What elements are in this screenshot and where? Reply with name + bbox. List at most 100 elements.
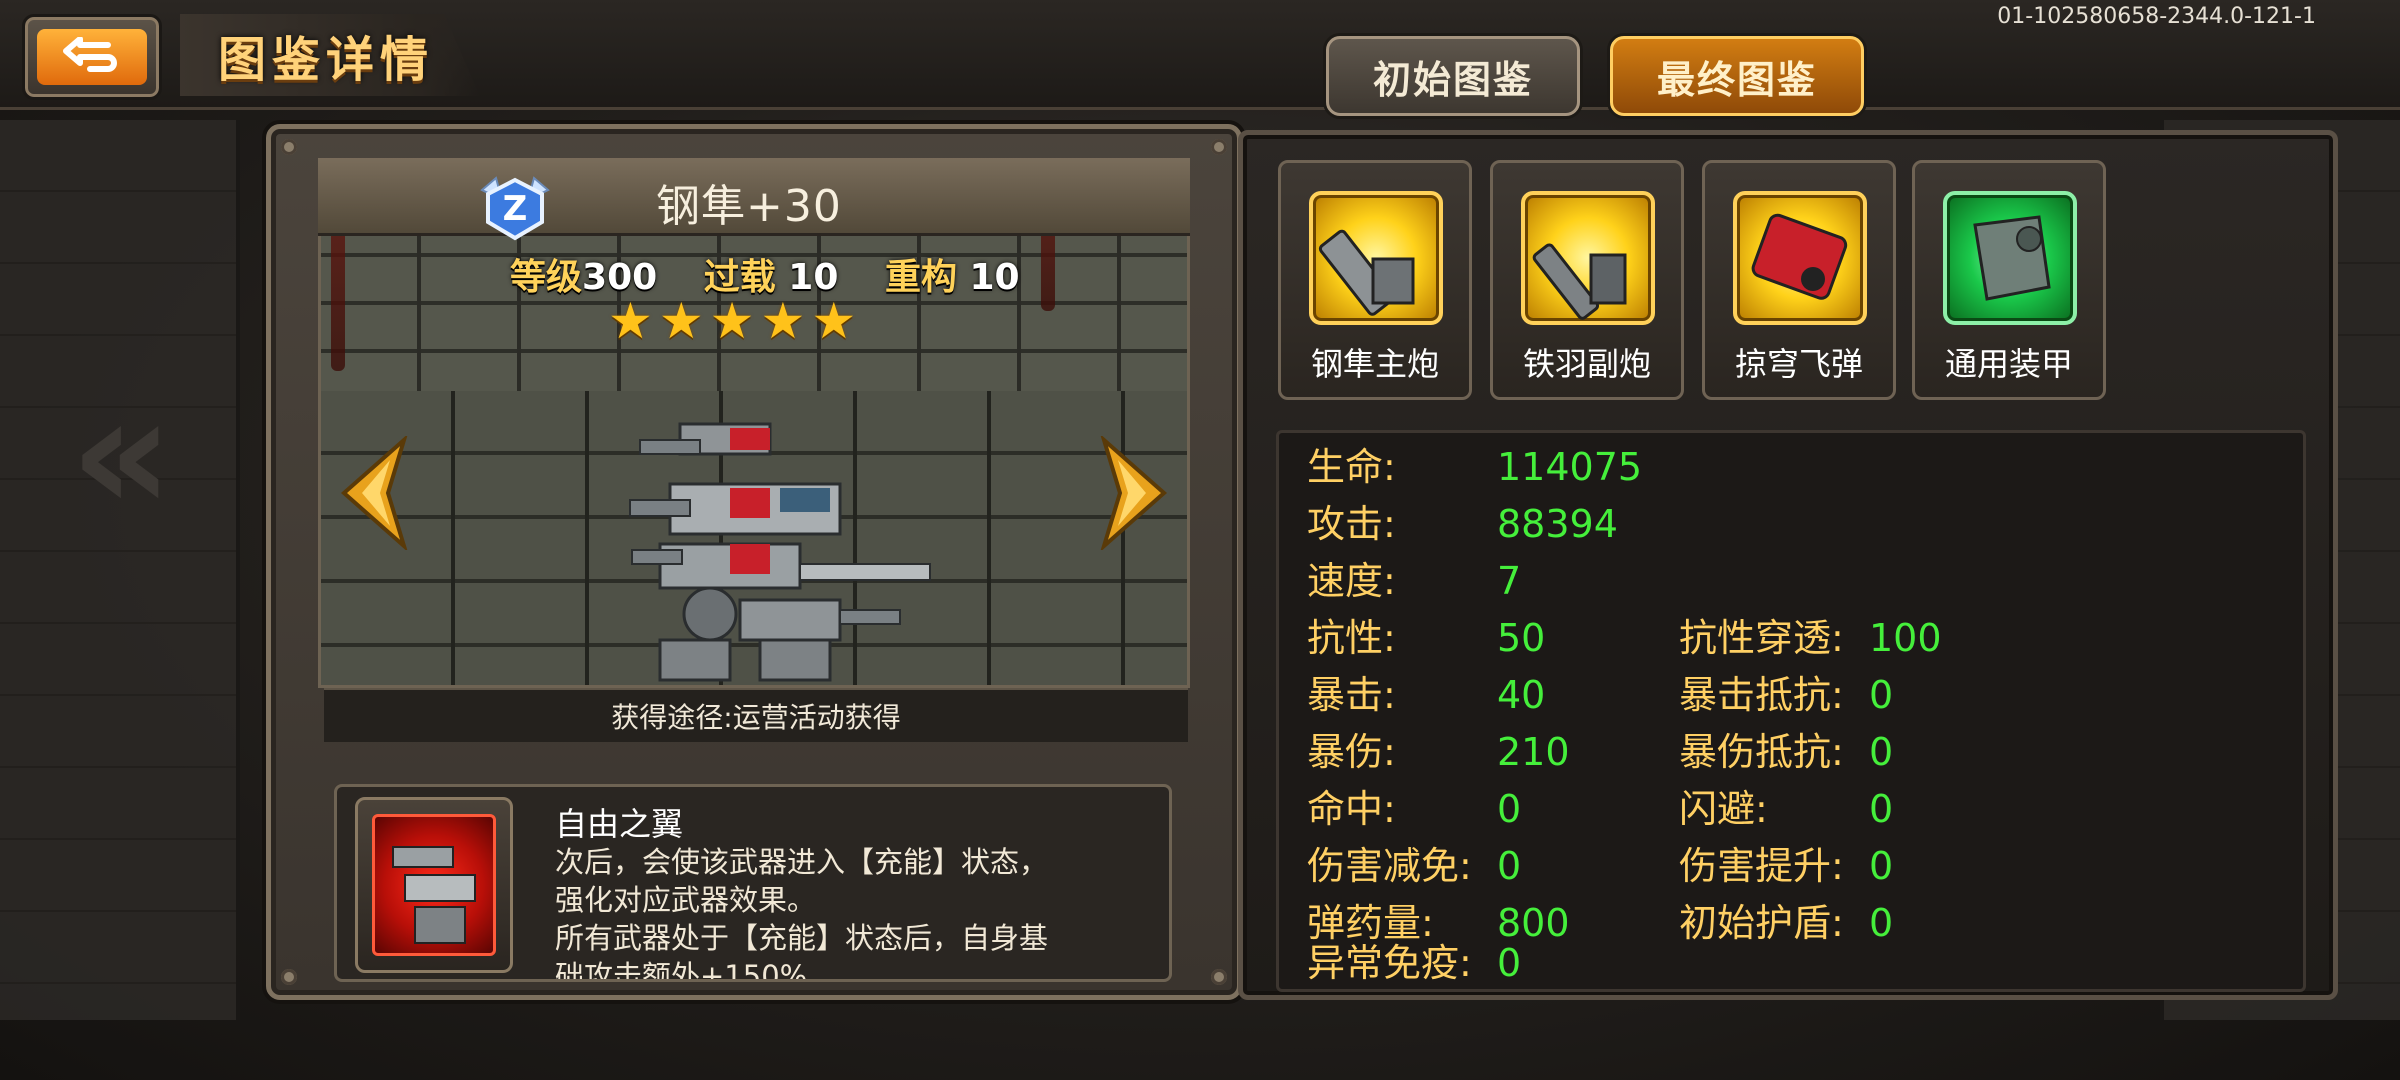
stat-value: 40 [1497,673,1546,717]
stat-label: 攻击: [1307,502,1396,546]
rank-badge-letter: Z [503,189,528,229]
background-chevron-left-icon: « [70,360,174,547]
panel-bolt [281,139,297,155]
skill-name: 自由之翼 [555,805,684,843]
star-icon: ★ [658,292,704,350]
stat-status-immunity: 异常免疫: 0 [1307,941,1521,985]
stat-damage-boost: 伤害提升: 0 [1679,844,1893,888]
stat-value: 0 [1869,844,1894,888]
back-button-face [37,29,147,85]
equipment-slot-missile[interactable]: 掠穹飞弹 [1702,160,1896,400]
rank-badge-icon: Z [480,176,550,241]
stat-value: 0 [1869,787,1894,831]
panel-bolt [281,969,297,985]
equipment-label: 通用装甲 [1944,345,2073,383]
stat-accuracy: 命中: 0 [1307,787,1521,831]
skill-panel: 自由之翼 次后，会使该武器进入【充能】状态， 强化对应武器效果。 所有武器处于【… [334,784,1172,982]
stat-value: 50 [1497,616,1546,660]
skill-mech-graphic [392,846,476,944]
stat-label: 生命: [1307,445,1396,489]
stat-label: 初始护盾: [1679,901,1844,945]
tab-final-codex[interactable]: 最终图鉴 [1610,36,1864,116]
star-icon: ★ [760,292,806,350]
rebuild-value: 10 [969,257,1020,298]
previous-mech-arrow-icon[interactable] [334,436,414,550]
stat-value: 88394 [1497,502,1618,546]
version-text: 01-102580658-2344.0-121-1 [1997,4,2316,29]
gatling-gun-icon [1521,191,1655,325]
next-mech-arrow-icon[interactable] [1094,436,1174,550]
stat-crit: 暴击: 40 [1307,673,1545,717]
mech-name: 钢隼+30 [656,181,842,232]
stat-resistance: 抗性: 50 [1307,616,1545,660]
stat-value: 7 [1497,559,1522,603]
back-button[interactable] [22,14,162,100]
stat-value: 0 [1869,730,1894,774]
mech-figure [629,422,931,682]
skill-description-line: 所有武器处于【充能】状态后，自身基 [555,921,1049,955]
missile-graphic [1751,213,1848,300]
stat-initial-shield: 初始护盾: 0 [1679,901,1893,945]
stat-value: 0 [1497,941,1522,985]
stat-crit-damage: 暴伤: 210 [1307,730,1570,774]
stat-ammo: 弹药量: 800 [1307,901,1570,945]
star-icon: ★ [709,292,755,350]
skill-mech-icon [372,814,496,956]
acquisition-source: 获得途径:运营活动获得 [324,688,1188,742]
equipment-label: 掠穹飞弹 [1734,345,1863,383]
stat-label: 抗性穿透: [1679,616,1844,660]
tab-initial-codex[interactable]: 初始图鉴 [1326,36,1580,116]
stat-label: 伤害减免: [1307,844,1472,888]
equipment-slot-secondary-cannon[interactable]: 铁羽副炮 [1490,160,1684,400]
stat-value: 114075 [1497,445,1643,489]
level-label: 等级 [510,257,583,298]
stat-value: 0 [1869,673,1894,717]
equipment-label: 钢隼主炮 [1310,345,1439,383]
background-wall-left [0,120,240,1020]
stat-label: 闪避: [1679,787,1768,831]
rebuild-label: 重构 [884,257,957,298]
stat-value: 210 [1497,730,1570,774]
stat-label: 弹药量: [1307,901,1434,945]
stat-crit-resist: 暴击抵抗: 0 [1679,673,1893,717]
skill-description-line: 强化对应武器效果。 [555,883,817,917]
stat-value: 800 [1497,901,1570,945]
main-cannon-icon [1309,191,1443,325]
stat-value: 100 [1869,616,1942,660]
back-arrow-icon [63,37,117,72]
stat-dodge: 闪避: 0 [1679,787,1893,831]
stat-crit-damage-resist: 暴伤抵抗: 0 [1679,730,1893,774]
stat-value: 0 [1497,844,1522,888]
stat-label: 暴伤: [1307,730,1396,774]
armor-graphic [1973,215,2051,301]
stat-label: 速度: [1307,559,1396,603]
panel-bolt [1211,139,1227,155]
page-title: 图鉴详情 [218,32,435,88]
missile-pod-icon [1733,191,1867,325]
stat-hp: 生命: 114075 [1307,445,1642,489]
equipment-label: 铁羽副炮 [1522,345,1651,383]
stat-label: 伤害提升: [1679,844,1844,888]
stat-resistance-penetration: 抗性穿透: 100 [1679,616,1942,660]
skill-description-line: 次后，会使该武器进入【充能】状态， [555,845,1049,879]
stat-label: 抗性: [1307,616,1396,660]
stat-label: 暴击: [1307,673,1396,717]
stat-value: 0 [1497,787,1522,831]
skill-description: 次后，会使该武器进入【充能】状态， 强化对应武器效果。 所有武器处于【充能】状态… [555,843,1155,982]
skill-description-line: 础攻击额外+150% [555,959,808,982]
star-icon: ★ [608,292,653,350]
stat-damage-reduction: 伤害减免: 0 [1307,844,1521,888]
armor-icon [1943,191,2077,325]
stat-label: 暴伤抵抗: [1679,730,1844,774]
stat-value: 0 [1869,901,1894,945]
star-icon: ★ [811,292,857,350]
stat-label: 暴击抵抗: [1679,673,1844,717]
equipment-slot-armor[interactable]: 通用装甲 [1912,160,2106,400]
skill-icon-frame [355,797,513,973]
stats-table: 生命: 114075 攻击: 88394 速度: 7 抗性: 50 暴击: 40 暴伤: 2… [1276,430,2306,992]
stat-attack: 攻击: 88394 [1307,502,1618,546]
star-rating: ★ ★ ★ ★ ★ [608,296,856,346]
stat-speed: 速度: 7 [1307,559,1521,603]
equipment-slot-main-cannon[interactable]: 钢隼主炮 [1278,160,1472,400]
stat-label: 异常免疫: [1307,941,1472,985]
